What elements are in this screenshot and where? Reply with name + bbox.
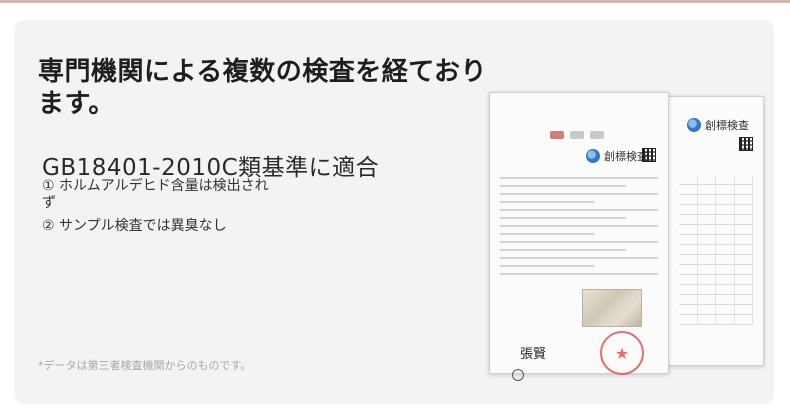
- cnas-logo-icon: [570, 131, 584, 139]
- ilac-logo-icon: [590, 131, 604, 139]
- lab-logo-icon: [586, 149, 600, 163]
- report-table-back: [679, 175, 753, 325]
- brand-label-front: 創標検查: [586, 148, 648, 164]
- test-report-front: 創標検查 張賢 ★: [489, 92, 669, 381]
- stamp-star: ★: [614, 343, 630, 363]
- brand-label-back: 創標検查: [687, 117, 749, 133]
- qr-code-icon: [642, 148, 656, 162]
- report-body-lines: [500, 177, 658, 281]
- qr-code-icon: [739, 137, 753, 151]
- lab-footer-logo-icon: [512, 369, 524, 381]
- footnote: *データは第三者検査機関からのものです。: [38, 359, 252, 372]
- standard-title: GB18401-2010C類基準に適合: [42, 155, 380, 181]
- fabric-sample-photo: [582, 289, 642, 327]
- lab-logo-icon: [687, 118, 701, 132]
- top-rule: [0, 0, 790, 3]
- cma-logo-icon: [550, 131, 564, 139]
- official-stamp-icon: ★: [600, 331, 644, 375]
- feature-card: 専門機関による複数の検査を経ております。 GB18401-2010C類基準に適合…: [14, 20, 774, 404]
- test-report-back: 創標検查: [668, 96, 764, 366]
- headline: 専門機関による複数の検査を経ております。: [38, 57, 487, 119]
- certification-logos: [550, 131, 604, 139]
- point-odor: ② サンプル検査では異臭なし: [42, 218, 227, 234]
- signature: 張賢: [520, 347, 547, 362]
- brand-text-back: 創標検查: [705, 119, 749, 132]
- point-formaldehyde: ① ホルムアルデヒド含量は検出されず: [42, 178, 269, 211]
